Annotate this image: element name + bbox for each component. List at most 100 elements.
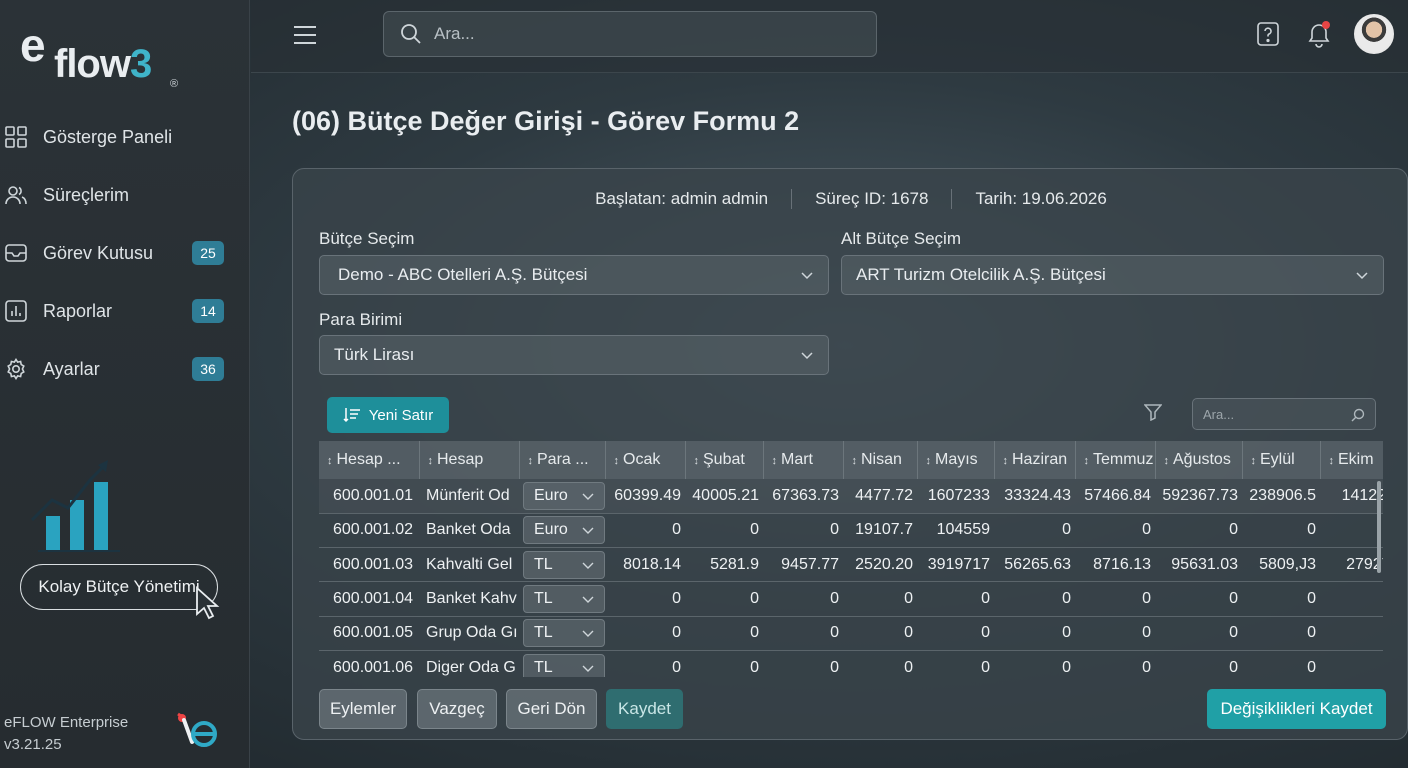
month-value-cell[interactable]: 56265.63	[994, 547, 1075, 583]
month-value-cell[interactable]	[1320, 513, 1383, 549]
month-value-cell[interactable]: 0	[685, 513, 763, 549]
month-value-cell[interactable]: 3919717	[917, 547, 994, 583]
month-value-cell[interactable]: 19107.7	[843, 513, 917, 549]
table-row[interactable]: 600.001.03 Kahvalti Gel TL 8018.14 5281.9 945…	[319, 547, 1383, 583]
month-value-cell[interactable]: 0	[1242, 650, 1320, 677]
month-value-cell[interactable]: 8018.14	[605, 547, 685, 583]
month-value-cell[interactable]: 27927.	[1320, 547, 1383, 583]
month-value-cell[interactable]: 0	[843, 616, 917, 651]
account-code-cell[interactable]: 600.001.01	[319, 479, 419, 514]
actions-button[interactable]: Eylemler	[319, 689, 407, 729]
month-value-cell[interactable]: 0	[1155, 616, 1242, 651]
month-value-cell[interactable]: 9457.77	[763, 547, 843, 583]
help-icon[interactable]	[1257, 22, 1279, 46]
currency-dropdown[interactable]: TL	[523, 585, 605, 614]
account-name-cell[interactable]: Banket Oda	[419, 513, 519, 549]
global-search[interactable]	[383, 11, 877, 57]
month-value-cell[interactable]: 95631.03	[1155, 547, 1242, 583]
column-header-account-name[interactable]: ↕ Hesap	[419, 441, 520, 479]
month-value-cell[interactable]: 0	[843, 650, 917, 677]
month-value-cell[interactable]: 1607233	[917, 479, 994, 514]
month-value-cell[interactable]: 0	[1075, 650, 1155, 677]
month-value-cell[interactable]: 0	[917, 616, 994, 651]
month-value-cell[interactable]	[1320, 650, 1383, 677]
account-code-cell[interactable]: 600.001.06	[319, 650, 419, 677]
currency-dropdown[interactable]: Euro	[523, 481, 605, 510]
column-header-september[interactable]: ↕ Eylül	[1242, 441, 1321, 479]
month-value-cell[interactable]: 592367.73	[1155, 479, 1242, 514]
currency-cell[interactable]: Euro	[519, 513, 605, 549]
month-value-cell[interactable]: 0	[1242, 581, 1320, 617]
month-value-cell[interactable]: 238906.5	[1242, 479, 1320, 514]
sidebar-item-inbox[interactable]: Görev Kutusu 25	[0, 224, 250, 282]
month-value-cell[interactable]: 4477.72	[843, 479, 917, 514]
budget-select[interactable]: Demo - ABC Otelleri A.Ş. Bütçesi	[319, 255, 829, 295]
month-value-cell[interactable]: 0	[1155, 650, 1242, 677]
notification-bell-icon[interactable]	[1307, 20, 1333, 48]
table-search-input[interactable]	[1203, 406, 1343, 422]
month-value-cell[interactable]: 0	[1242, 513, 1320, 549]
month-value-cell[interactable]: 0	[605, 581, 685, 617]
month-value-cell[interactable]: 0	[763, 616, 843, 651]
column-header-march[interactable]: ↕ Mart	[763, 441, 844, 479]
month-value-cell[interactable]: 40005.21	[685, 479, 763, 514]
table-row[interactable]: 600.001.06 Diger Oda G TL 0 0 0 0 0 0 0 0 0	[319, 650, 1383, 677]
table-search[interactable]	[1192, 398, 1376, 430]
month-value-cell[interactable]: 104559	[917, 513, 994, 549]
column-header-april[interactable]: ↕ Nisan	[843, 441, 918, 479]
month-value-cell[interactable]: 0	[605, 650, 685, 677]
currency-dropdown[interactable]: TL	[523, 550, 605, 579]
currency-cell[interactable]: Euro	[519, 479, 605, 514]
month-value-cell[interactable]: 0	[994, 616, 1075, 651]
month-value-cell[interactable]: 0	[843, 581, 917, 617]
column-header-october[interactable]: ↕ Ekim	[1320, 441, 1383, 479]
month-value-cell[interactable]: 2520.20	[843, 547, 917, 583]
currency-cell[interactable]: TL	[519, 547, 605, 583]
user-avatar[interactable]	[1354, 14, 1394, 54]
month-value-cell[interactable]: 141226	[1320, 479, 1383, 514]
month-value-cell[interactable]: 5281.9	[685, 547, 763, 583]
search-input[interactable]	[434, 24, 854, 44]
table-row[interactable]: 600.001.02 Banket Oda Euro 0 0 0 19107.7 104559…	[319, 513, 1383, 549]
column-header-february[interactable]: ↕ Şubat	[685, 441, 764, 479]
sidebar-item-reports[interactable]: Raporlar 14	[0, 282, 250, 340]
currency-dropdown[interactable]: Euro	[523, 516, 605, 545]
month-value-cell[interactable]: 57466.84	[1075, 479, 1155, 514]
month-value-cell[interactable]: 0	[994, 650, 1075, 677]
table-row[interactable]: 600.001.01 Münferit Od Euro 60399.49 40005.2…	[319, 479, 1383, 514]
account-code-cell[interactable]: 600.001.02	[319, 513, 419, 549]
month-value-cell[interactable]: 0	[763, 581, 843, 617]
table-row[interactable]: 600.001.04 Banket Kahv TL 0 0 0 0 0 0 0 0 0	[319, 581, 1383, 617]
column-header-may[interactable]: ↕ Mayıs	[917, 441, 995, 479]
month-value-cell[interactable]: 0	[1155, 513, 1242, 549]
month-value-cell[interactable]: 0	[685, 616, 763, 651]
save-changes-button[interactable]: Değişiklikleri Kaydet	[1207, 689, 1386, 729]
sidebar-item-settings[interactable]: Ayarlar 36	[0, 340, 250, 398]
account-code-cell[interactable]: 600.001.03	[319, 547, 419, 583]
month-value-cell[interactable]: 0	[685, 650, 763, 677]
month-value-cell[interactable]: 0	[917, 650, 994, 677]
currency-cell[interactable]: TL	[519, 616, 605, 651]
month-value-cell[interactable]: 0	[605, 616, 685, 651]
account-code-cell[interactable]: 600.001.05	[319, 616, 419, 651]
table-scrollbar[interactable]	[1377, 481, 1381, 573]
save-button[interactable]: Kaydet	[606, 689, 683, 729]
column-header-july[interactable]: ↕ Temmuz	[1075, 441, 1156, 479]
account-name-cell[interactable]: Münferit Od	[419, 479, 519, 514]
account-name-cell[interactable]: Diger Oda G	[419, 650, 519, 677]
sidebar-item-processes[interactable]: Süreçlerim	[0, 166, 250, 224]
currency-select[interactable]: Türk Lirası	[319, 335, 829, 375]
month-value-cell[interactable]: 0	[763, 513, 843, 549]
currency-cell[interactable]: TL	[519, 650, 605, 677]
filter-icon[interactable]	[1144, 403, 1162, 421]
sub-budget-select[interactable]: ART Turizm Otelcilik A.Ş. Bütçesi	[841, 255, 1384, 295]
month-value-cell[interactable]: 0	[763, 650, 843, 677]
currency-cell[interactable]: TL	[519, 581, 605, 617]
table-row[interactable]: 600.001.05 Grup Oda Gı TL 0 0 0 0 0 0 0 0 0	[319, 616, 1383, 651]
column-header-august[interactable]: ↕ Ağustos	[1155, 441, 1243, 479]
month-value-cell[interactable]: 0	[917, 581, 994, 617]
month-value-cell[interactable]	[1320, 616, 1383, 651]
month-value-cell[interactable]: 0	[1242, 616, 1320, 651]
back-button[interactable]: Geri Dön	[506, 689, 597, 729]
month-value-cell[interactable]: 33324.43	[994, 479, 1075, 514]
